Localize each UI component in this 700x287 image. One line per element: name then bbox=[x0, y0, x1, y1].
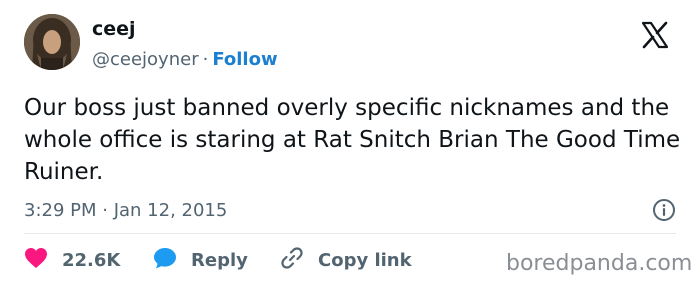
tweet-text: Our boss just banned overly specific nic… bbox=[24, 95, 681, 185]
info-icon[interactable] bbox=[652, 198, 676, 222]
tweet-timestamp[interactable]: 3:29 PM · Jan 12, 2015 bbox=[24, 200, 227, 221]
watermark: boredpanda.com bbox=[506, 251, 693, 276]
heart-icon bbox=[24, 247, 48, 273]
avatar[interactable] bbox=[24, 14, 80, 70]
tweet-card: ceej @ceejoyner · Follow Our boss just ban… bbox=[0, 0, 700, 287]
copy-link-button[interactable]: Copy link bbox=[280, 246, 412, 274]
copy-link-label: Copy link bbox=[318, 249, 412, 271]
like-count: 22.6K bbox=[62, 249, 121, 271]
author-meta: @ceejoyner · Follow bbox=[92, 49, 278, 70]
link-icon bbox=[280, 246, 304, 274]
speech-bubble-icon bbox=[153, 247, 177, 273]
author-handle[interactable]: @ceejoyner bbox=[92, 49, 199, 70]
follow-button[interactable]: Follow bbox=[212, 49, 277, 70]
reply-label: Reply bbox=[191, 249, 248, 271]
like-button[interactable]: 22.6K bbox=[24, 248, 120, 272]
author-name[interactable]: ceej bbox=[92, 18, 136, 40]
reply-button[interactable]: Reply bbox=[153, 248, 248, 272]
separator-dot: · bbox=[202, 49, 209, 70]
x-logo-icon[interactable] bbox=[641, 21, 669, 49]
divider bbox=[24, 233, 676, 234]
